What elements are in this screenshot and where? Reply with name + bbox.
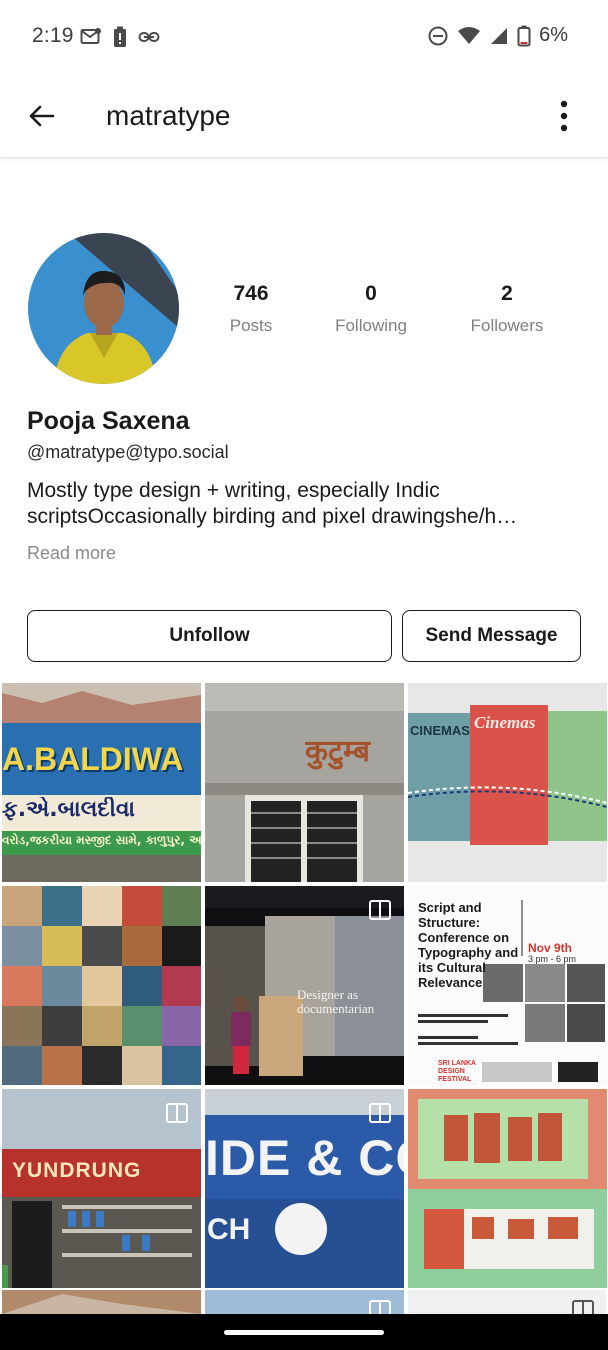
poster-date: Nov 9th <box>528 941 573 955</box>
posts-stat[interactable]: 746 Posts <box>220 282 282 336</box>
followers-stat[interactable]: 2 Followers <box>462 282 552 336</box>
media-grid: A.BALDIWA ફ.એ.બાલદીવા વરોડ,જકરીયા મસ્જીદ… <box>2 683 607 1288</box>
status-bar: 2:19 6% <box>0 0 608 74</box>
bio-line: scriptsOccasionally birding and pixel dr… <box>27 505 518 528</box>
system-navigation-bar <box>0 1314 608 1350</box>
home-gesture-handle[interactable] <box>224 1330 384 1335</box>
sign-text: A.BALDIWA <box>2 741 184 777</box>
grid-item[interactable] <box>2 1290 201 1314</box>
cover-text: CINEMAS <box>410 723 470 738</box>
poster-festival: SRI LANKA DESIGN FESTIVAL <box>438 1060 476 1083</box>
back-button[interactable] <box>22 96 62 136</box>
grid-item[interactable]: CINEMAS Cinemas <box>408 683 607 882</box>
sign-text: CH <box>207 1213 251 1246</box>
grid-item[interactable]: IDE & CO CH <box>205 1089 404 1288</box>
sign-text: IDE & CO <box>205 1130 404 1186</box>
grid-item[interactable]: A.BALDIWA ફ.એ.બાલદીવા વરોડ,જકરીયા મસ્જીદ… <box>2 683 201 882</box>
display-name: Pooja Saxena <box>27 407 190 435</box>
link-icon <box>138 32 160 42</box>
battery-percent: 6% <box>539 24 568 46</box>
grid-item[interactable] <box>408 1290 606 1314</box>
avatar[interactable] <box>28 233 179 384</box>
following-count: 0 <box>365 282 377 305</box>
grid-item[interactable] <box>408 1089 607 1288</box>
more-vertical-icon <box>560 100 568 132</box>
multiple-images-icon <box>369 1300 391 1314</box>
send-message-button[interactable]: Send Message <box>402 610 581 662</box>
following-label: Following <box>335 316 407 335</box>
overflow-menu-button[interactable] <box>548 96 580 136</box>
multiple-images-icon <box>572 1300 594 1314</box>
grid-item[interactable]: कुटुम्ब <box>205 683 404 882</box>
posts-count: 746 <box>233 282 269 305</box>
posts-label: Posts <box>229 316 273 335</box>
top-app-bar: matratype <box>0 74 608 158</box>
poster-title: Script and Structure: Conference on Typo… <box>418 900 519 990</box>
account-handle: @matratype@typo.social <box>27 442 229 462</box>
battery-alert-icon <box>114 26 126 47</box>
multiple-images-icon <box>369 900 391 920</box>
sign-text: વરોડ,જકરીયા મસ્જીદ સામે, કાળુપુર, અ <box>2 833 201 847</box>
read-more-link[interactable]: Read more <box>27 543 116 564</box>
cover-text: Cinemas <box>474 713 536 732</box>
following-stat[interactable]: 0 Following <box>326 282 416 336</box>
unfollow-button[interactable]: Unfollow <box>27 610 392 662</box>
profile-bio: Mostly type design + writing, especially… <box>27 478 582 530</box>
grid-item[interactable]: Script and Structure: Conference on Typo… <box>408 886 607 1085</box>
signal-icon <box>491 27 508 44</box>
media-grid-next-row <box>2 1290 606 1314</box>
grid-item[interactable]: YUNDRUNG <box>2 1089 201 1288</box>
mail-icon <box>80 28 101 44</box>
status-time: 2:19 <box>32 24 74 47</box>
poster-time: 3 pm - 6 pm <box>528 954 577 964</box>
do-not-disturb-icon <box>428 26 448 45</box>
wifi-icon <box>458 26 481 44</box>
battery-icon <box>517 25 531 46</box>
bio-line: Mostly type design + writing, especially… <box>27 479 440 502</box>
sign-text: कुटुम्ब <box>305 734 371 769</box>
multiple-images-icon <box>166 1103 188 1123</box>
sign-text: ફ.એ.બાલદીવા <box>2 797 136 822</box>
grid-item[interactable] <box>2 886 201 1085</box>
sign-text: YUNDRUNG <box>12 1159 142 1182</box>
grid-item[interactable] <box>205 1290 404 1314</box>
page-title: matratype <box>106 100 231 131</box>
arrow-left-icon <box>29 105 55 127</box>
slide-text: Designer as documentarian <box>297 987 375 1016</box>
followers-label: Followers <box>470 316 544 335</box>
followers-count: 2 <box>501 282 513 305</box>
multiple-images-icon <box>369 1103 391 1123</box>
grid-item[interactable]: Designer as documentarian <box>205 886 404 1085</box>
